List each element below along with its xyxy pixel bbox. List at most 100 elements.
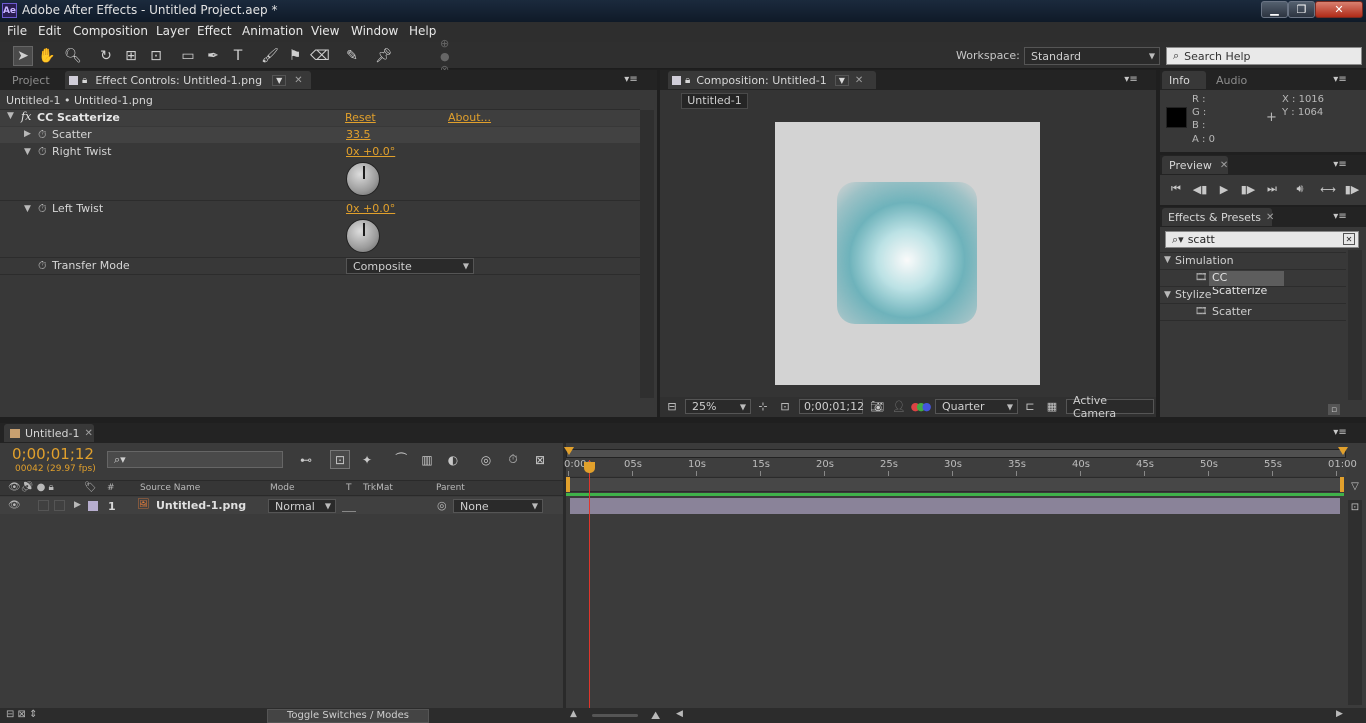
parent-select[interactable]: None ▼ bbox=[453, 499, 543, 513]
zoom-select[interactable]: 25% ▼ bbox=[685, 399, 751, 414]
menu-window[interactable]: Window bbox=[351, 24, 398, 38]
solo-toggle[interactable] bbox=[38, 500, 49, 511]
comp-subtab[interactable]: Untitled-1 bbox=[681, 93, 748, 109]
expand-param-icon[interactable]: ▼ bbox=[24, 147, 31, 157]
tab-project[interactable]: Project bbox=[4, 71, 62, 89]
expand-param-icon[interactable]: ▶ bbox=[24, 129, 31, 139]
frame-blending-icon[interactable]: ▥ bbox=[416, 451, 438, 468]
time-navigator[interactable] bbox=[566, 449, 1346, 458]
effects-search-input[interactable]: ⌕▾ scatt ✕ bbox=[1165, 231, 1359, 248]
play-icon[interactable]: ▶ bbox=[1216, 181, 1232, 197]
toggle-switches-modes-button[interactable]: Toggle Switches / Modes bbox=[267, 709, 429, 723]
loop-icon[interactable]: ⟷ bbox=[1318, 181, 1338, 197]
menu-view[interactable]: View bbox=[311, 24, 339, 38]
work-area-bar[interactable] bbox=[566, 477, 1344, 492]
tab-audio[interactable]: Audio bbox=[1210, 71, 1260, 89]
zoom-slider[interactable] bbox=[592, 714, 638, 717]
auto-keyframe-icon[interactable]: ⏱ bbox=[502, 451, 524, 468]
effect-item-scatter[interactable]: Scatter bbox=[1212, 305, 1252, 318]
clone-stamp-icon[interactable]: ⚑ bbox=[285, 46, 305, 66]
expand-group-icon[interactable]: ▼ bbox=[1164, 255, 1171, 265]
comp-button-icon[interactable]: ▽ bbox=[1348, 478, 1362, 494]
puppet-pin-icon[interactable]: 📌︎ bbox=[374, 46, 394, 66]
close-tab-icon[interactable]: ✕ bbox=[84, 428, 92, 439]
clear-search-icon[interactable]: ✕ bbox=[1343, 233, 1355, 245]
tab-composition[interactable]: 🔒︎ Composition: Untitled-1 ▼ ✕ bbox=[668, 71, 876, 89]
current-time-indicator[interactable] bbox=[589, 460, 590, 708]
channel-icon[interactable]: ● ● ● bbox=[911, 399, 932, 414]
tab-dropdown-icon[interactable]: ▼ bbox=[834, 74, 849, 86]
menu-file[interactable]: File bbox=[7, 24, 27, 38]
brainstorm-icon[interactable]: ◎ bbox=[475, 451, 497, 468]
always-preview-icon[interactable]: ⊟ bbox=[664, 399, 680, 414]
resolution-select[interactable]: Quarter ▼ bbox=[935, 399, 1018, 414]
pen-tool-icon[interactable]: ✒ bbox=[203, 46, 223, 66]
panel-menu-icon[interactable]: ▾≡ bbox=[1331, 425, 1349, 439]
graph-editor-icon[interactable]: ⊠ bbox=[529, 451, 551, 468]
group-simulation[interactable]: Simulation bbox=[1175, 254, 1234, 267]
orbit-camera-icon[interactable]: ⊞ bbox=[121, 46, 141, 66]
stopwatch-icon[interactable]: ⏱ bbox=[38, 259, 47, 273]
column-source-name[interactable]: Source Name bbox=[140, 483, 200, 493]
camera-select[interactable]: Active Camera bbox=[1066, 394, 1154, 420]
work-area-start[interactable] bbox=[566, 477, 570, 492]
eye-icon[interactable]: 👁︎ bbox=[8, 500, 21, 511]
menu-effect[interactable]: Effect bbox=[197, 24, 232, 38]
roto-brush-icon[interactable]: ✎ bbox=[342, 46, 362, 66]
title-safe-icon[interactable]: ⊡ bbox=[777, 399, 793, 414]
layer-name[interactable]: Untitled-1.png bbox=[156, 499, 246, 512]
new-folder-icon[interactable]: ▫ bbox=[1328, 404, 1340, 415]
panel-menu-icon[interactable]: ▾≡ bbox=[1331, 72, 1349, 86]
timeline-search-input[interactable]: ⌕▾ bbox=[107, 451, 283, 468]
expand-collapse-icons[interactable]: ⊟ ⊠ ⇕ bbox=[6, 709, 38, 720]
playhead-handle[interactable] bbox=[584, 462, 595, 473]
last-frame-icon[interactable]: ⏭ bbox=[1264, 181, 1280, 197]
zoom-out-icon[interactable]: ▲ bbox=[570, 709, 577, 719]
lock-toggle[interactable] bbox=[54, 500, 65, 511]
live-update-icon[interactable]: ⊡ bbox=[330, 450, 350, 469]
param-value-right-twist[interactable]: 0x +0.0° bbox=[346, 145, 395, 158]
first-frame-icon[interactable]: ⏮ bbox=[1168, 181, 1184, 197]
fx-toggle[interactable]: fx bbox=[21, 110, 31, 123]
menu-animation[interactable]: Animation bbox=[242, 24, 303, 38]
panel-menu-icon[interactable]: ▾≡ bbox=[1331, 209, 1349, 223]
comp-mini-flowchart-icon[interactable]: ⊷ bbox=[293, 451, 319, 468]
scroll-left-icon[interactable]: ◀ bbox=[676, 709, 683, 719]
comp-viewer-canvas[interactable] bbox=[775, 122, 1040, 385]
panel-menu-icon[interactable]: ▾≡ bbox=[1331, 157, 1349, 171]
param-value-left-twist[interactable]: 0x +0.0° bbox=[346, 202, 395, 215]
layer-duration-bar[interactable] bbox=[570, 498, 1340, 514]
tab-timeline[interactable]: Untitled-1 ✕ bbox=[4, 424, 94, 442]
close-tab-icon[interactable]: ✕ bbox=[855, 75, 863, 86]
close-tab-icon[interactable]: ✕ bbox=[294, 75, 302, 86]
current-timecode[interactable]: 0;00;01;12 bbox=[12, 445, 94, 463]
tab-effect-controls[interactable]: 🔒︎ Effect Controls: Untitled-1.png ▼ ✕ bbox=[65, 71, 311, 89]
menu-composition[interactable]: Composition bbox=[73, 24, 148, 38]
pan-behind-icon[interactable]: ⊡ bbox=[146, 46, 166, 66]
effect-item-cc-scatterize[interactable]: CC Scatterize bbox=[1209, 271, 1284, 297]
layer-lock-icon[interactable]: ⊡ bbox=[1348, 499, 1362, 515]
work-area-end[interactable] bbox=[1340, 477, 1344, 492]
rectangle-tool-icon[interactable]: ▭ bbox=[178, 46, 198, 66]
expand-layer-icon[interactable]: ▶ bbox=[74, 500, 81, 510]
zoom-in-icon[interactable]: ⛰ bbox=[651, 709, 660, 723]
motion-blur-icon[interactable]: ◐ bbox=[442, 451, 464, 468]
previous-frame-icon[interactable]: ◀▮ bbox=[1192, 181, 1208, 197]
layer-mode-select[interactable]: Normal ▼ bbox=[268, 499, 336, 513]
search-help-input[interactable]: ⌕ Search Help bbox=[1166, 47, 1362, 65]
shy-layers-icon[interactable]: ⏜ bbox=[390, 451, 412, 468]
effect-controls-scrollbar[interactable] bbox=[640, 110, 654, 398]
restore-icon[interactable]: ❐ bbox=[1288, 1, 1315, 18]
snapshot-icon[interactable]: 📷︎ bbox=[869, 399, 885, 414]
navigator-end-handle[interactable] bbox=[1338, 447, 1348, 455]
panel-menu-icon[interactable]: ▾≡ bbox=[1122, 72, 1140, 86]
tab-preview[interactable]: Preview ✕ bbox=[1162, 156, 1228, 174]
tab-effects-presets[interactable]: Effects & Presets ✕ bbox=[1162, 208, 1274, 226]
expand-param-icon[interactable]: ▼ bbox=[24, 204, 31, 214]
rotate-tool-icon[interactable]: ↻ bbox=[96, 46, 116, 66]
scroll-right-icon[interactable]: ▶ bbox=[1336, 709, 1343, 719]
tab-dropdown-icon[interactable]: ▼ bbox=[272, 74, 287, 86]
workspace-select[interactable]: Standard ▼ bbox=[1024, 47, 1160, 65]
reset-link[interactable]: Reset bbox=[345, 111, 376, 124]
label-color-swatch[interactable] bbox=[88, 501, 98, 511]
